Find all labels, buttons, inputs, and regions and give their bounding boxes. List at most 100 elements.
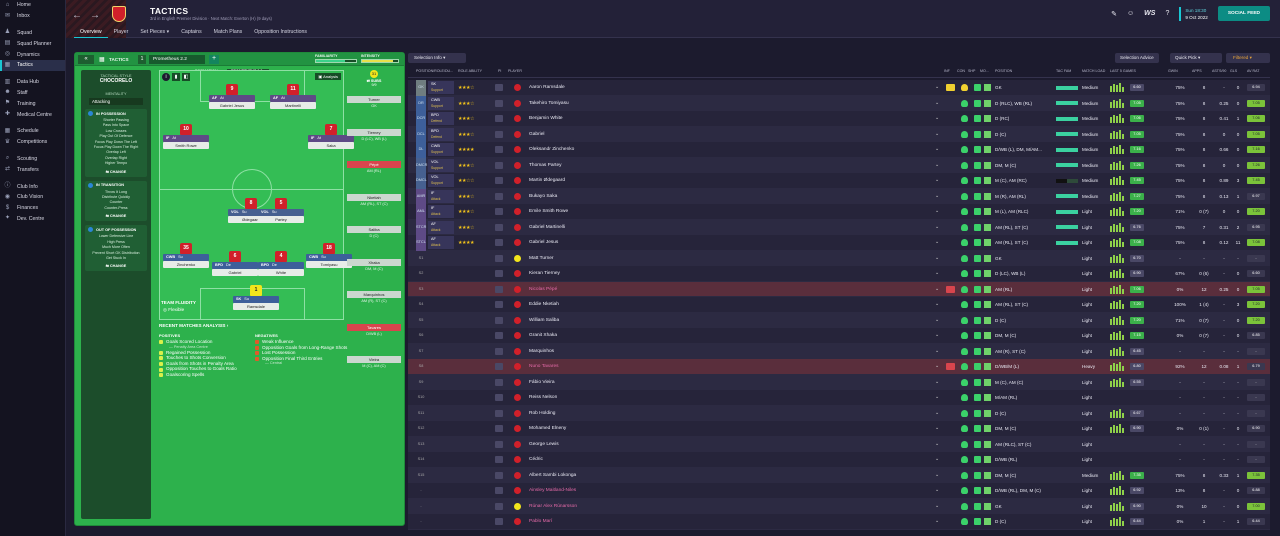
row-expand-chevron-icon[interactable]: ⌄ — [935, 127, 939, 143]
player-instructions-icon[interactable] — [495, 130, 503, 138]
player-instructions-icon[interactable] — [495, 425, 503, 432]
player-card[interactable]: 6 BPD De Gabriel — [212, 251, 258, 279]
player-instructions-icon[interactable] — [495, 409, 503, 417]
player-name[interactable]: Martin Ødegaard — [529, 173, 565, 189]
player-instructions-icon[interactable] — [495, 347, 503, 355]
row-expand-chevron-icon[interactable]: ⌄ — [935, 80, 939, 96]
table-row[interactable]: S12 Mohamed Elneny ⌄ DM, M (C) Light 6.90 0% 0 … — [408, 421, 1270, 437]
row-expand-chevron-icon[interactable]: ⌄ — [935, 251, 939, 267]
player-role[interactable]: SK Su — [233, 296, 279, 303]
player-instructions-icon[interactable] — [495, 471, 503, 479]
tab-match-plans[interactable]: Match Plans — [208, 28, 249, 38]
table-row[interactable]: - Rúnar Alex Rúnarsson ⌄ GK Light 6.90 0% 10-0 7… — [408, 498, 1270, 515]
tab-captains[interactable]: Captains — [175, 28, 207, 38]
table-row[interactable]: - Ainsley Maitland-Niles ⌄ D/WB (RL), DM, M… — [408, 483, 1270, 499]
player-name[interactable]: Ainsley Maitland-Niles — [529, 483, 576, 499]
social-feed-button[interactable]: SOCIAL FEED — [1217, 6, 1270, 21]
table-row[interactable]: GK SK Support ★★★☆ Aaron Ramsdale ⌄ GK Medium 6.… — [408, 80, 1270, 96]
sidebar-item-inbox[interactable]: ✉ Inbox — [0, 11, 65, 22]
column-header[interactable]: ROLE ABILITY — [458, 69, 482, 73]
player-name[interactable]: William Saliba — [529, 313, 559, 329]
row-expand-chevron-icon[interactable]: ⌄ — [935, 406, 939, 422]
tactic-slot[interactable]: 1 — [138, 55, 146, 64]
player-name[interactable]: Nuno Tavares — [529, 359, 559, 375]
player-card[interactable]: 5 VOL Su Partey — [258, 198, 304, 226]
table-row[interactable]: S4 Eddie Nketiah ⌄ AM (RL), ST (C) Light 7.20… — [408, 297, 1270, 313]
sidebar-item-squad-planner[interactable]: ▤ Squad Planner — [0, 38, 65, 49]
table-row[interactable]: S2 Kieran Tierney ⌄ D (LC), WB (L) Light 6.90… — [408, 266, 1270, 282]
sidebar-item-competitions[interactable]: ♛ Competitions — [0, 137, 65, 148]
table-row[interactable]: DMCL VOL Support ★★☆☆ Martin Ødegaard ⌄ M (C),… — [408, 173, 1270, 189]
change-in-possession-button[interactable]: ⇆ CHANGE — [85, 169, 147, 174]
player-name[interactable]: George Lewis — [529, 437, 559, 453]
player-name[interactable]: Nicolas Pépé — [529, 282, 557, 298]
club-badge-icon[interactable] — [112, 6, 126, 22]
sidebar-item-dynamics[interactable]: ◎ Dynamics — [0, 49, 65, 60]
player-name[interactable]: Granit Xhaka — [529, 328, 557, 344]
row-expand-chevron-icon[interactable]: ⌄ — [935, 313, 939, 329]
player-name[interactable]: Albert Sambi Lokonga — [529, 468, 576, 484]
sidebar-item-data-hub[interactable]: ▥ Data Hub — [0, 77, 65, 88]
row-role[interactable]: AF Attack — [428, 220, 454, 234]
table-row[interactable]: DCL BPD Defend ★★★☆ Gabriel ⌄ D (C) Medium 7.05 7… — [408, 126, 1270, 143]
player-name[interactable]: Mohamed Elneny — [529, 421, 566, 437]
table-row[interactable]: DMCR VOL Support ★★★☆ Thomas Partey ⌄ DM, M (C… — [408, 157, 1270, 173]
tactic-select[interactable]: Prometheus 2.2 — [149, 55, 205, 64]
row-expand-chevron-icon[interactable]: ⌄ — [935, 189, 939, 205]
table-row[interactable]: S14 Cédric ⌄ D/WB (RL) Light - - - - - — [408, 452, 1270, 468]
table-row[interactable]: S7 Marquinhos ⌄ AM (R), ST (C) Light 6.45- - - -… — [408, 343, 1270, 360]
sidebar-item-club-vision[interactable]: ◉ Club Vision — [0, 192, 65, 203]
add-tactic-button[interactable]: + — [209, 55, 219, 64]
table-row[interactable]: STCL AF Attack ★★★★ Gabriel Jesus ⌄ AM (RL), S… — [408, 235, 1270, 251]
column-header[interactable]: CON — [957, 69, 965, 73]
table-row[interactable]: - Pablo Marí ⌄ D (C) Light 6.44 0% 1-1 6.44 — [408, 514, 1270, 530]
help-icon[interactable]: ? — [1165, 10, 1169, 17]
row-expand-chevron-icon[interactable]: ⌄ — [935, 235, 939, 251]
table-row[interactable]: DL CWB Support ★★★★ Oleksandr Zinchenko ⌄ D/WB… — [408, 142, 1270, 158]
player-name[interactable]: Eddie Nketiah — [529, 297, 559, 313]
sidebar-item-dev-centre[interactable]: ✦ Dev. Centre — [0, 214, 65, 225]
player-instructions-icon[interactable] — [495, 285, 503, 293]
sidebar-item-scouting[interactable]: ⌕ Scouting — [0, 154, 65, 165]
sidebar-item-staff[interactable]: ☻ Staff — [0, 88, 65, 99]
player-name[interactable]: Bukayo Saka — [529, 189, 557, 205]
sub-player[interactable]: Turner GK — [347, 96, 401, 116]
table-row[interactable]: S6 Granit Xhaka ⌄ DM, M (C) Light 7.15 0% 0 (7)… — [408, 328, 1270, 344]
table-row[interactable]: S5 William Saliba ⌄ D (C) Light 7.20 71% 0 (7) -… — [408, 312, 1270, 329]
info-icon[interactable]: i — [162, 73, 170, 81]
player-role[interactable]: BPD De — [258, 262, 304, 269]
player-instructions-icon[interactable] — [495, 192, 503, 200]
recent-matches-link[interactable]: RECENT MATCHES ANALYSIS › — [159, 323, 228, 328]
sidebar-item-club-info[interactable]: ⓘ Club Info — [0, 181, 65, 192]
row-expand-chevron-icon[interactable]: ⌄ — [935, 437, 939, 453]
row-expand-chevron-icon[interactable]: ⌄ — [935, 266, 939, 282]
player-instructions-icon[interactable] — [495, 378, 503, 386]
player-instructions-icon[interactable] — [495, 363, 503, 370]
player-name[interactable]: Marquinhos — [529, 344, 554, 360]
row-role[interactable]: BPD Defend — [428, 112, 454, 125]
sidebar-item-home[interactable]: ⌂ Home — [0, 0, 65, 11]
sub-player[interactable]: Vieira M (C), AM (C) — [347, 356, 401, 376]
sidebar-item-transfers[interactable]: ⇄ Transfers — [0, 164, 65, 175]
table-row[interactable]: S15 Albert Sambi Lokonga ⌄ DM, M (C) Medium 7… — [408, 467, 1270, 484]
sub-player[interactable]: Pépé AM (RL) — [347, 161, 401, 181]
row-role[interactable]: VOL Support — [428, 174, 454, 187]
row-expand-chevron-icon[interactable]: ⌄ — [935, 499, 939, 515]
sidebar-item-squad[interactable]: ♟ Squad — [0, 28, 65, 39]
sidebar-item-finances[interactable]: $ Finances — [0, 203, 65, 214]
row-role[interactable]: BPD Defend — [428, 127, 454, 141]
player-card[interactable]: 10 IF At Smith Rowe — [163, 124, 209, 152]
table-row[interactable]: AMR IF Attack ★★★☆ Bukayo Saka ⌄ M (R), AM (RL… — [408, 188, 1270, 205]
row-expand-chevron-icon[interactable]: ⌄ — [935, 514, 939, 530]
player-name[interactable]: Gabriel Jesus — [529, 235, 558, 251]
selection-info-dropdown[interactable]: Selection Info ▾ — [408, 53, 466, 63]
player-card[interactable]: 9 AF At Gabriel Jesus — [209, 84, 255, 112]
row-role[interactable]: SK Support — [428, 81, 454, 94]
player-instructions-icon[interactable] — [495, 332, 503, 339]
row-expand-chevron-icon[interactable]: ⌄ — [935, 390, 939, 406]
player-name[interactable]: Rúnar Alex Rúnarsson — [529, 499, 577, 515]
row-role[interactable]: IF Attack — [428, 189, 454, 203]
column-header[interactable]: POSITION — [995, 69, 1012, 73]
column-header[interactable]: MO... — [980, 69, 989, 73]
column-header[interactable]: AV RAT — [1247, 69, 1259, 73]
